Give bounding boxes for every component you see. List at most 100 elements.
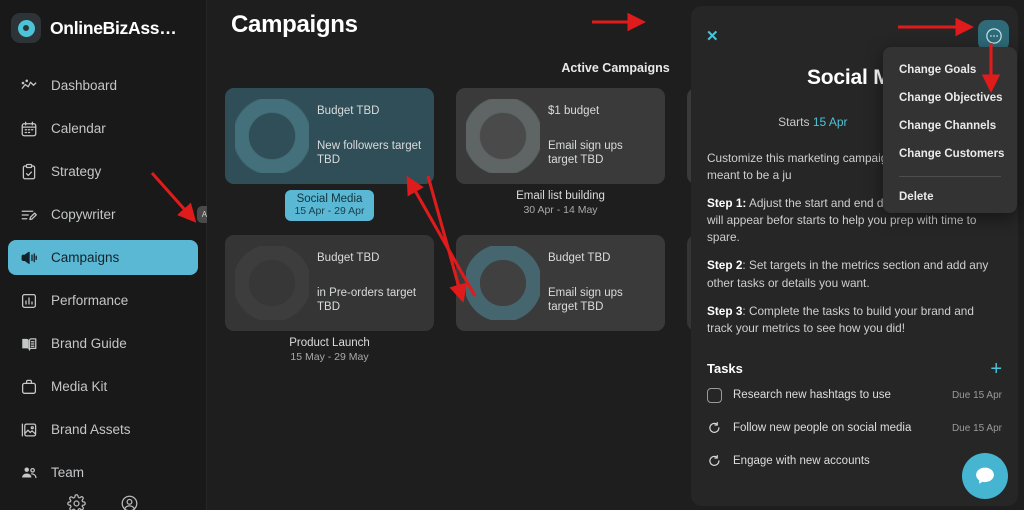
card-footer: Product Launch 15 May - 29 May — [225, 337, 434, 363]
campaign-card[interactable]: $1 budget Email sign ups target TBD — [456, 88, 665, 184]
card-name: Product Launch — [289, 337, 370, 349]
app-root: OnlineBizAss… Dashboard Calendar Strateg… — [0, 0, 1024, 510]
menu-divider — [899, 176, 1001, 177]
close-icon[interactable]: ✕ — [706, 29, 719, 44]
campaign-card-wrapper: Budget TBD New followers target TBD Soci… — [225, 88, 434, 221]
task-row[interactable]: Follow new people on social media Due 15… — [691, 412, 1018, 445]
card-footer: Social Media 15 Apr - 29 Apr — [225, 190, 434, 221]
progress-donut-icon — [235, 99, 309, 173]
panel-toolbar: ✕ — [691, 6, 1018, 51]
sidebar-item-label: Dashboard — [51, 78, 118, 93]
task-row[interactable]: Research new hashtags to use Due 15 Apr — [691, 379, 1018, 412]
chat-bubble-icon — [973, 464, 997, 488]
campaign-card[interactable]: Budget TBD New followers target TBD — [225, 88, 434, 184]
step-3-paragraph: Step 3: Complete the tasks to build your… — [707, 303, 974, 335]
calendar-icon — [20, 120, 38, 138]
campaign-badge[interactable]: Social Media 15 Apr - 29 Apr — [285, 190, 374, 221]
images-icon — [20, 421, 38, 439]
sidebar-item-team[interactable]: Team — [8, 455, 198, 490]
account-circle-icon[interactable] — [120, 494, 139, 510]
sidebar-item-label: Brand Guide — [51, 336, 127, 351]
sidebar-item-calendar[interactable]: Calendar — [8, 111, 198, 146]
card-budget: Budget TBD — [317, 251, 380, 264]
card-metric: New followers target TBD — [317, 139, 422, 166]
recurring-icon[interactable] — [707, 421, 722, 436]
menu-item-change-customers[interactable]: Change Customers — [883, 140, 1017, 168]
progress-donut-icon — [466, 246, 540, 320]
card-name: Social Media — [296, 193, 363, 205]
sidebar-item-dashboard[interactable]: Dashboard — [8, 68, 198, 103]
ring-logo-icon — [11, 13, 41, 43]
sidebar-item-strategy[interactable]: Strategy — [8, 154, 198, 189]
task-label: Follow new people on social media — [733, 422, 912, 435]
sidebar-item-label: Media Kit — [51, 379, 108, 394]
dots-circle-icon — [984, 26, 1004, 46]
sidebar-item-campaigns[interactable]: Campaigns — [8, 240, 198, 275]
tasks-title: Tasks — [707, 361, 743, 377]
book-icon — [20, 335, 38, 353]
progress-donut-icon — [466, 99, 540, 173]
sidebar: OnlineBizAss… Dashboard Calendar Strateg… — [0, 0, 214, 510]
people-icon — [20, 464, 38, 482]
sidebar-nav: Dashboard Calendar Strategy Copywriter A… — [0, 64, 214, 494]
starts-value: 15 Apr — [812, 115, 848, 129]
start-date: Starts 15 Apr — [778, 115, 847, 129]
card-name: Email list building — [516, 190, 605, 202]
campaign-card-wrapper: Budget TBD in Pre-orders target TBD Prod… — [225, 235, 434, 363]
checkbox-empty-icon[interactable] — [707, 387, 722, 403]
campaign-card[interactable]: Budget TBD in Pre-orders target TBD — [225, 235, 434, 331]
briefcase-icon — [20, 378, 38, 396]
megaphone-icon — [20, 249, 38, 267]
sidebar-item-label: Strategy — [51, 164, 102, 179]
card-metric: in Pre-orders target TBD — [317, 286, 417, 313]
card-metric: Email sign ups target TBD — [548, 139, 623, 166]
sidebar-item-brand-guide[interactable]: Brand Guide — [8, 326, 198, 361]
card-dates: 30 Apr - 14 May — [523, 204, 598, 216]
task-label: Research new hashtags to use — [733, 389, 891, 402]
campaign-card[interactable]: Budget TBD Email sign ups target TBD — [456, 235, 665, 331]
page-title: Campaigns — [231, 11, 358, 38]
campaign-card-wrapper: $1 budget Email sign ups target TBD Emai… — [456, 88, 665, 221]
step-2-paragraph: Step 2: Set targets in the metrics secti… — [707, 258, 989, 290]
progress-donut-icon — [235, 246, 309, 320]
card-budget: Budget TBD — [317, 104, 380, 117]
gear-icon[interactable] — [67, 494, 86, 510]
menu-item-change-channels[interactable]: Change Channels — [883, 112, 1017, 140]
sidebar-item-label: Brand Assets — [51, 422, 131, 437]
card-footer: Email list building 30 Apr - 14 May — [456, 190, 665, 216]
card-budget: $1 budget — [548, 104, 600, 117]
chart-line-icon — [20, 77, 38, 95]
task-due: Due 15 Apr — [951, 422, 1002, 434]
sidebar-item-copywriter[interactable]: Copywriter AI — [8, 197, 214, 232]
recurring-icon[interactable] — [707, 454, 722, 469]
pencil-lines-icon — [20, 206, 38, 224]
sidebar-item-label: Team — [51, 465, 85, 480]
chat-widget-button[interactable] — [962, 453, 1008, 499]
bar-chart-icon — [20, 292, 38, 310]
sidebar-item-label: Copywriter — [51, 207, 116, 222]
sidebar-item-media-kit[interactable]: Media Kit — [8, 369, 198, 404]
task-label: Engage with new accounts — [733, 455, 870, 468]
sidebar-item-brand-assets[interactable]: Brand Assets — [8, 412, 198, 447]
clipboard-check-icon — [20, 163, 38, 181]
card-budget: Budget TBD — [548, 251, 611, 264]
card-dates: 15 May - 29 May — [290, 351, 369, 363]
add-task-button[interactable]: + — [990, 359, 1002, 379]
sidebar-item-label: Calendar — [51, 121, 106, 136]
sidebar-item-label: Campaigns — [51, 250, 120, 265]
sidebar-item-performance[interactable]: Performance — [8, 283, 198, 318]
menu-item-change-objectives[interactable]: Change Objectives — [883, 84, 1017, 112]
brand[interactable]: OnlineBizAss… — [0, 0, 206, 56]
campaign-card-wrapper: Budget TBD Email sign ups target TBD — [456, 235, 665, 363]
sidebar-item-label: Performance — [51, 293, 129, 308]
card-metric: Email sign ups target TBD — [548, 286, 623, 313]
starts-label: Starts — [778, 115, 810, 129]
panel-context-menu: Change Goals Change Objectives Change Ch… — [883, 47, 1017, 213]
task-due: Due 15 Apr — [951, 389, 1002, 401]
sidebar-footer — [0, 494, 206, 510]
tasks-header: Tasks + — [691, 359, 1018, 379]
card-dates: 15 Apr - 29 Apr — [294, 205, 365, 217]
brand-name: OnlineBizAss… — [50, 17, 177, 38]
menu-item-change-goals[interactable]: Change Goals — [883, 56, 1017, 84]
menu-item-delete[interactable]: Delete — [883, 183, 1017, 211]
